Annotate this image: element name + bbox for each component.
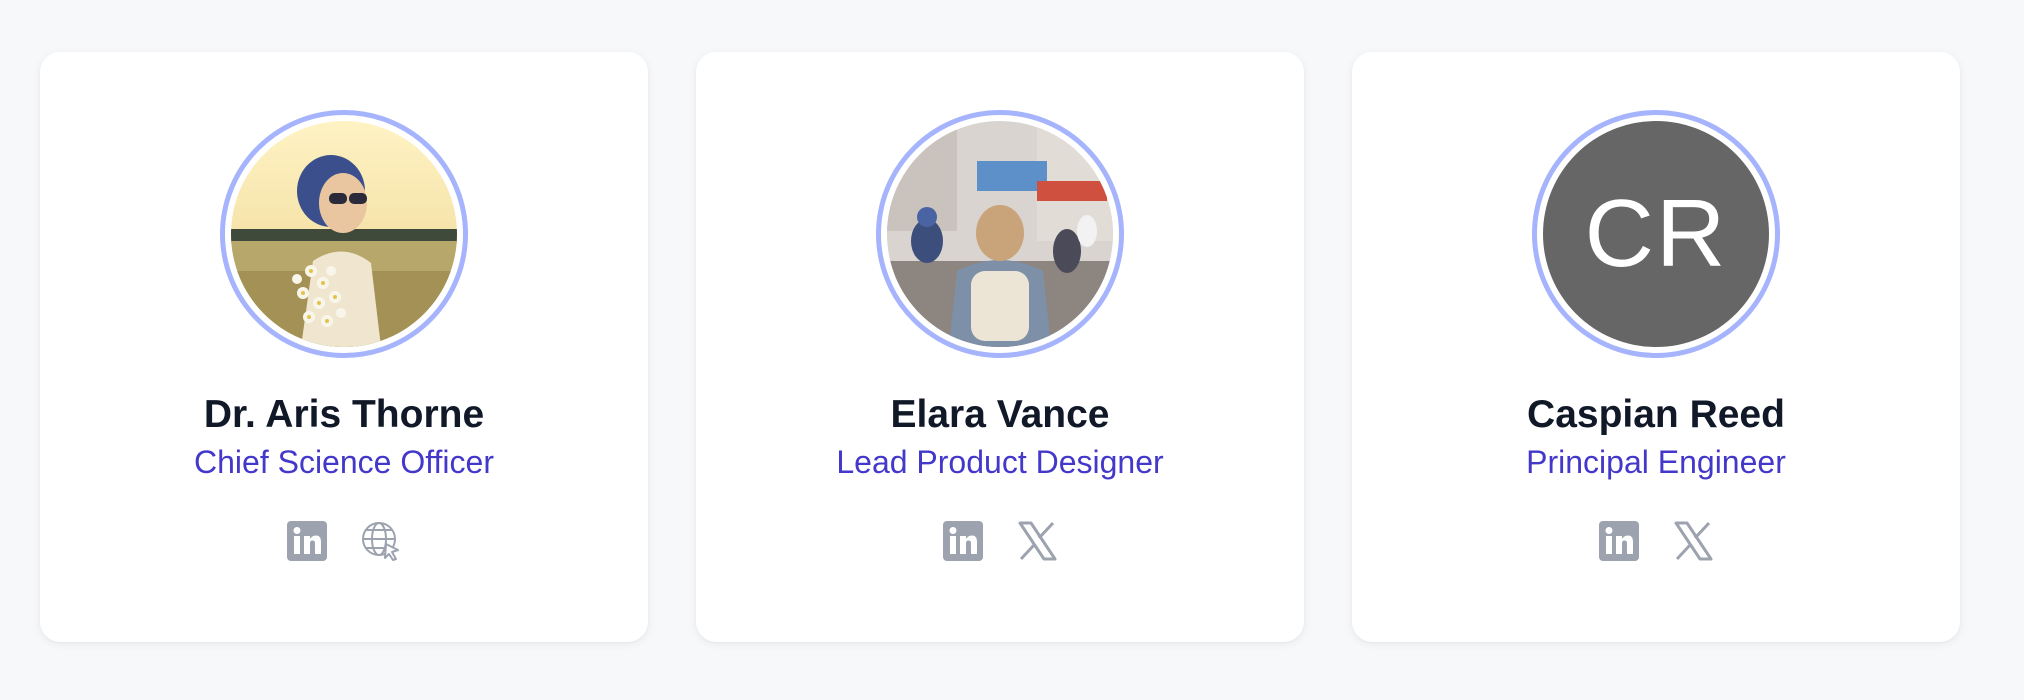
social-links [286,520,402,562]
member-name: Caspian Reed [1527,393,1785,436]
member-name: Elara Vance [890,393,1110,436]
member-name: Dr. Aris Thorne [203,393,485,436]
x-icon[interactable] [1016,520,1058,562]
member-title: Chief Science Officer [194,444,494,480]
linkedin-icon[interactable] [1598,520,1640,562]
social-links [942,520,1058,562]
linkedin-icon[interactable] [942,520,984,562]
x-icon[interactable] [1672,520,1714,562]
avatar-ring: CR [1532,110,1780,358]
avatar [231,121,457,347]
social-links [1598,520,1714,562]
member-title: Principal Engineer [1526,444,1786,480]
team-card: Dr. Aris Thorne Chief Science Officer [40,52,648,642]
avatar-initials: CR [1543,121,1769,347]
team-grid: Dr. Aris Thorne Chief Science Officer El… [40,52,1960,642]
member-title: Lead Product Designer [836,444,1164,480]
linkedin-icon[interactable] [286,520,328,562]
website-globe-icon[interactable] [360,520,402,562]
avatar [887,121,1113,347]
team-card: CR Caspian Reed Principal Engineer [1352,52,1960,642]
avatar-ring [876,110,1124,358]
team-card: Elara Vance Lead Product Designer [696,52,1304,642]
avatar-ring [220,110,468,358]
